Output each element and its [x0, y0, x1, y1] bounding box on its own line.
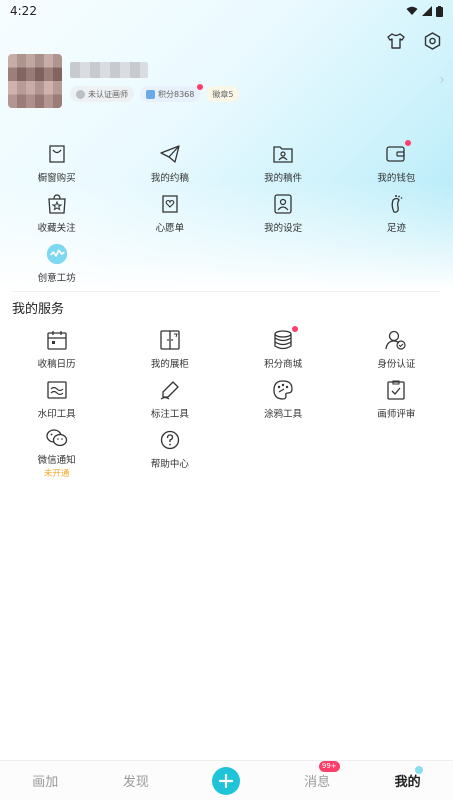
service-item-wechat-notify[interactable]: 微信通知 未开通: [0, 428, 113, 479]
service-item-label: 水印工具: [37, 409, 76, 420]
messages-count-badge: 99+: [318, 761, 340, 772]
menu-item-favorites[interactable]: 收藏关注: [0, 192, 113, 242]
cabinet-icon: [158, 328, 182, 352]
service-item-label: 标注工具: [150, 409, 189, 420]
points-icon: [146, 89, 155, 99]
signal-icon: [422, 6, 432, 16]
menu-item-footprints[interactable]: 足迹: [340, 192, 453, 242]
service-item-label: 身份认证: [377, 359, 416, 370]
profile-badges: 未认证画师 积分8368 徽章5: [70, 84, 240, 102]
top-actions: [385, 30, 443, 52]
menu-item-label: 足迹: [386, 223, 406, 234]
points-notification-dot: [197, 84, 204, 90]
folder-user-icon: [271, 142, 295, 166]
medal-badge-label: 徽章5: [212, 89, 234, 99]
menu-item-label: 我的约稿: [150, 173, 189, 184]
tab-discover[interactable]: 发现: [91, 771, 182, 790]
bottom-tab-bar: 画加 发现 消息 99+ 我的: [0, 760, 453, 800]
calendar-icon: [45, 328, 69, 352]
menu-item-my-wallet[interactable]: 我的钱包: [340, 140, 453, 192]
service-item-cabinet[interactable]: 我的展柜: [113, 328, 226, 378]
tab-messages[interactable]: 消息 99+: [272, 761, 363, 790]
menu-item-my-manuscripts[interactable]: 我的稿件: [227, 142, 340, 192]
service-item-label: 微信通知: [37, 455, 76, 466]
wallet-notification-dot: [405, 140, 412, 146]
service-item-watermark[interactable]: 水印工具: [0, 378, 113, 428]
cert-status-icon: [76, 89, 85, 99]
service-item-doodle[interactable]: 涂鸦工具: [227, 378, 340, 428]
cert-badge-label: 未认证画师: [88, 89, 128, 99]
service-item-label: 涂鸦工具: [264, 409, 303, 420]
service-item-label: 积分商城: [264, 359, 303, 370]
coins-icon: [271, 326, 299, 352]
points-badge-label: 积分8368: [158, 89, 195, 99]
medal-badge[interactable]: 徽章5: [206, 86, 240, 102]
profile-card-icon: [271, 192, 295, 216]
tab-mine[interactable]: 我的: [362, 766, 453, 790]
help-icon: [158, 428, 182, 452]
service-item-review[interactable]: 画师评审: [340, 378, 453, 428]
chevron-right-icon[interactable]: ›: [439, 72, 445, 88]
points-badge[interactable]: 积分8368: [140, 84, 204, 102]
service-item-identity[interactable]: 身份认证: [340, 328, 453, 378]
tab-mine-label: 我的: [394, 775, 421, 790]
username-blurred: [70, 62, 148, 78]
service-item-label: 收稿日历: [37, 359, 76, 370]
menu-item-label: 收藏关注: [37, 223, 76, 234]
tab-draw[interactable]: 画加: [0, 771, 91, 790]
service-item-points-mall[interactable]: 积分商城: [227, 326, 340, 378]
services-title: 我的服务: [12, 302, 65, 317]
wechat-status-label: 未开通: [43, 469, 70, 479]
service-item-help[interactable]: 帮助中心: [113, 428, 226, 478]
menu-item-my-settings[interactable]: 我的设定: [227, 192, 340, 242]
menu-item-wishlist[interactable]: 心愿单: [113, 192, 226, 242]
service-item-label: 画师评审: [377, 409, 416, 420]
wishlist-icon: [158, 192, 182, 216]
menu-item-label: 橱窗购买: [37, 173, 76, 184]
creative-workshop-icon: [45, 242, 69, 266]
bag-icon: [45, 142, 69, 166]
settings-icon[interactable]: [421, 30, 443, 52]
menu-item-showcase-buy[interactable]: 橱窗购买: [0, 142, 113, 192]
mine-indicator-dot: [414, 766, 423, 774]
user-check-icon: [384, 328, 408, 352]
wallet-icon: [384, 140, 412, 166]
status-icons: [406, 5, 443, 17]
menu-item-label: 我的设定: [264, 223, 303, 234]
review-icon: [384, 378, 408, 402]
service-item-calendar[interactable]: 收稿日历: [0, 328, 113, 378]
status-bar: 4:22: [0, 0, 453, 22]
tab-messages-label: 消息: [304, 775, 331, 790]
menu-item-creative-workshop[interactable]: 创意工坊: [0, 242, 113, 292]
services-grid: 收稿日历 我的展柜 积分商城 身份认证 水印工具 标注工具 涂鸦工具 画师评审 …: [0, 326, 453, 479]
menu-item-label: 心愿单: [155, 223, 185, 234]
wifi-icon: [406, 6, 418, 15]
points-mall-notification-dot: [292, 326, 299, 332]
watermark-icon: [45, 378, 69, 402]
create-button[interactable]: [212, 766, 241, 795]
service-item-label: 帮助中心: [150, 459, 189, 470]
profile-card[interactable]: 未认证画师 积分8368 徽章5 ›: [8, 54, 445, 108]
section-divider: [12, 291, 441, 292]
plus-icon: [219, 773, 234, 788]
star-bag-icon: [45, 192, 69, 216]
status-time: 4:22: [10, 4, 37, 18]
paper-plane-icon: [158, 142, 182, 166]
wechat-icon: [45, 428, 69, 448]
tab-create[interactable]: [181, 766, 272, 795]
pen-icon: [158, 378, 182, 402]
menu-grid: 橱窗购买 我的约稿 我的稿件 我的钱包 收藏关注 心愿单 我的设定 足迹 创意工…: [0, 140, 453, 292]
menu-item-my-commissions[interactable]: 我的约稿: [113, 142, 226, 192]
menu-item-label: 我的钱包: [377, 173, 416, 184]
avatar[interactable]: [8, 54, 62, 108]
menu-item-label: 我的稿件: [264, 173, 303, 184]
service-item-label: 我的展柜: [150, 359, 189, 370]
footprint-icon: [384, 192, 408, 216]
palette-icon: [271, 378, 295, 402]
cert-badge[interactable]: 未认证画师: [70, 86, 134, 102]
service-item-annotate[interactable]: 标注工具: [113, 378, 226, 428]
battery-icon: [436, 5, 443, 17]
outfit-icon[interactable]: [385, 30, 407, 52]
menu-item-label: 创意工坊: [37, 273, 76, 284]
